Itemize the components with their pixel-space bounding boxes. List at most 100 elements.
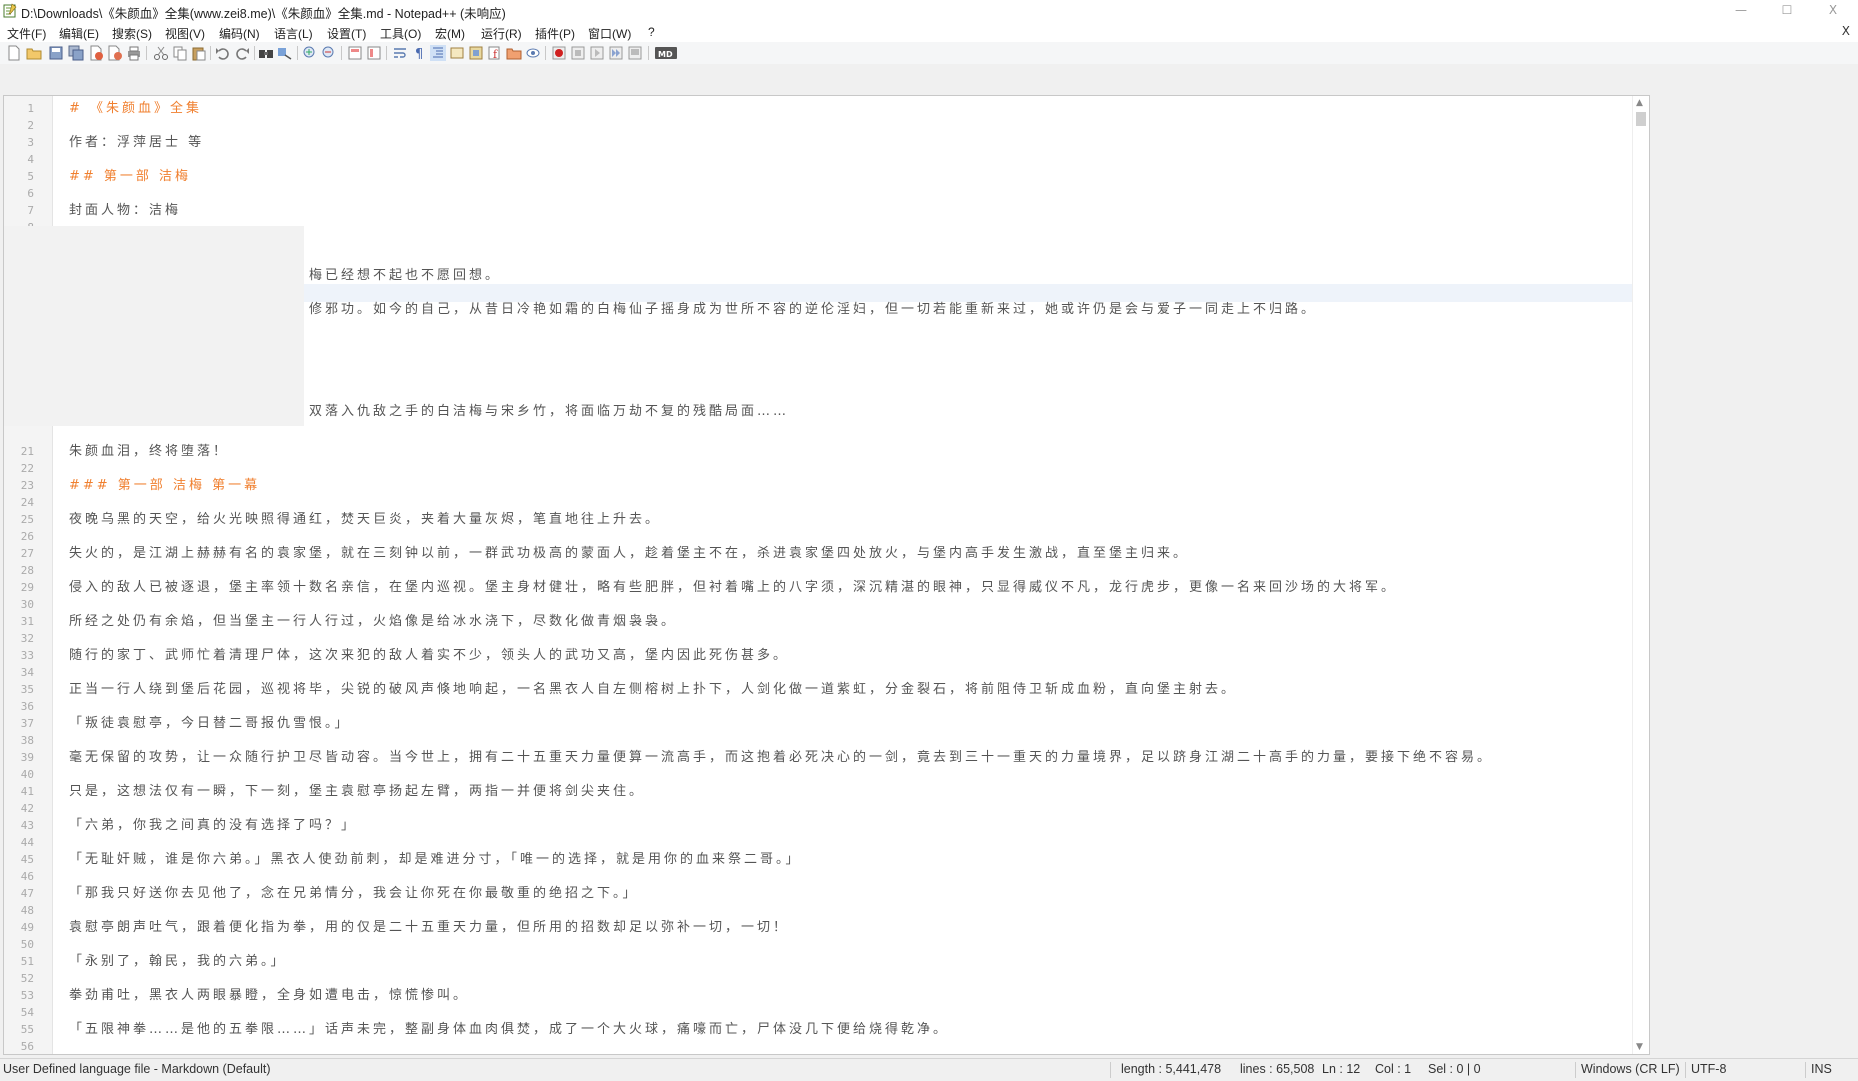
editor-line[interactable]: 51 「永别了，翰民，我的六弟。」 [4, 953, 1634, 970]
save-macro-icon[interactable] [627, 45, 643, 61]
paste-icon[interactable] [191, 45, 207, 61]
find-icon[interactable] [258, 45, 274, 61]
menu-file[interactable]: 文件(F) [7, 25, 46, 42]
editor-line[interactable]: 44 [4, 834, 1634, 851]
run-macro-multiple-icon[interactable] [608, 45, 624, 61]
menu-search[interactable]: 搜索(S) [112, 25, 152, 42]
scroll-thumb[interactable] [1636, 112, 1646, 126]
editor-line[interactable]: 56 [4, 1038, 1634, 1054]
editor-line[interactable]: 3 作者：浮萍居士 等 [4, 134, 1634, 151]
editor-line[interactable]: 31 所经之处仍有余焰，但当堡主一行人行过，火焰像是给冰水浇下，尽数化做青烟袅袅。 [4, 613, 1634, 630]
editor-line[interactable]: 42 [4, 800, 1634, 817]
cut-icon[interactable] [153, 45, 169, 61]
scroll-down-arrow-icon[interactable]: ▼ [1636, 1042, 1643, 1052]
close-icon[interactable] [88, 45, 104, 61]
editor-line[interactable]: 39 毫无保留的攻势，让一众随行护卫尽皆动容。当今世上，拥有二十五重天力量便算一流… [4, 749, 1634, 766]
editor-line[interactable]: 28 [4, 562, 1634, 579]
record-macro-icon[interactable] [551, 45, 567, 61]
editor-line[interactable]: 32 [4, 630, 1634, 647]
menu-macro[interactable]: 宏(M) [435, 25, 465, 42]
menu-tools[interactable]: 工具(O) [380, 25, 421, 42]
editor-line[interactable]: 52 [4, 970, 1634, 987]
menu-language[interactable]: 语言(L) [274, 25, 313, 42]
editor-line[interactable]: 29 侵入的敌人已被逐退，堡主率领十数名亲信，在堡内巡视。堡主身材健壮，略有些肥胖… [4, 579, 1634, 596]
editor-line[interactable]: 36 [4, 698, 1634, 715]
undo-icon[interactable] [215, 45, 231, 61]
close-document-button[interactable]: X [1842, 24, 1850, 38]
play-macro-icon[interactable] [589, 45, 605, 61]
editor-line[interactable]: 54 [4, 1004, 1634, 1021]
menu-encoding[interactable]: 编码(N) [219, 25, 260, 42]
editor-pane[interactable]: 1 # 《朱颜血》全集 2 3 作者：浮萍居士 等 4 5 ## 第一部 洁梅 6 7 封面人物：洁… [3, 95, 1650, 1055]
replace-icon[interactable] [277, 45, 293, 61]
editor-line[interactable]: 48 [4, 902, 1634, 919]
editor-line[interactable]: 45 「无耻奸贼，谁是你六弟。」黑衣人使劲前刺，却是难进分寸，「唯一的选择，就是用… [4, 851, 1634, 868]
stop-macro-icon[interactable] [570, 45, 586, 61]
print-icon[interactable] [126, 45, 142, 61]
sync-horizontal-icon[interactable] [366, 45, 382, 61]
editor-line[interactable]: 25 夜晚乌黑的天空，给火光映照得通红，焚天巨炎，夹着大量灰烬，笔直地往上升去。 [4, 511, 1634, 528]
sync-vertical-icon[interactable] [347, 45, 363, 61]
zoom-in-icon[interactable] [302, 45, 318, 61]
editor-line[interactable]: 5 ## 第一部 洁梅 [4, 168, 1634, 185]
close-window-button[interactable]: X [1810, 0, 1856, 22]
menu-view[interactable]: 视图(V) [165, 25, 205, 42]
monitoring-icon[interactable] [525, 45, 541, 61]
maximize-button[interactable]: ☐ [1764, 0, 1810, 22]
editor-line[interactable]: 26 [4, 528, 1634, 545]
copy-icon[interactable] [172, 45, 188, 61]
editor-line[interactable]: 55 「五限神拳……是他的五拳限……」话声未完，整副身体血肉俱焚，成了一个大火球，… [4, 1021, 1634, 1038]
menu-help[interactable]: ? [648, 25, 655, 39]
editor-line[interactable]: 1 # 《朱颜血》全集 [4, 100, 1634, 117]
line-text: 拳劲甫吐，黑衣人两眼暴瞪，全身如遭电击，惊慌惨叫。 [69, 988, 470, 1003]
editor-line[interactable]: 49 袁慰亭朗声吐气，跟着便化指为拳，用的仅是二十五重天力量，但所用的招数却足以弥… [4, 919, 1634, 936]
editor-line[interactable]: 30 [4, 596, 1634, 613]
close-all-icon[interactable] [107, 45, 123, 61]
scroll-up-arrow-icon[interactable]: ▲ [1636, 98, 1643, 108]
indent-guide-icon[interactable] [430, 45, 446, 61]
line-number: 45 [20, 853, 34, 866]
editor-line[interactable]: 34 [4, 664, 1634, 681]
line-text: # 《朱颜血》全集 [69, 101, 203, 116]
word-wrap-icon[interactable] [392, 45, 408, 61]
markdown-icon[interactable]: MD [655, 45, 677, 61]
udl-icon[interactable] [449, 45, 465, 61]
menu-plugins[interactable]: 插件(P) [535, 25, 575, 42]
doc-map-icon[interactable] [468, 45, 484, 61]
redo-icon[interactable] [234, 45, 250, 61]
editor-line[interactable]: 46 [4, 868, 1634, 885]
editor-line[interactable]: 41 只是，这想法仅有一瞬，下一刻，堡主袁慰亭扬起左臂，两指一并便将剑尖夹住。 [4, 783, 1634, 800]
editor-line[interactable]: 7 封面人物：洁梅 [4, 202, 1634, 219]
editor-line[interactable]: 50 [4, 936, 1634, 953]
editor-line[interactable]: 23 ### 第一部 洁梅 第一幕 [4, 477, 1634, 494]
zoom-out-icon[interactable] [321, 45, 337, 61]
editor-line[interactable]: 47 「那我只好送你去见他了，念在兄弟情分，我会让你死在你最敬重的绝招之下。」 [4, 885, 1634, 902]
editor-line[interactable]: 37 「叛徒袁慰亭，今日替二哥报仇雪恨。」 [4, 715, 1634, 732]
editor-line[interactable]: 33 随行的家丁、武师忙着清理尸体，这次来犯的敌人着实不少，领头人的武功又高，堡内… [4, 647, 1634, 664]
show-all-chars-icon[interactable]: ¶ [411, 45, 427, 61]
menu-run[interactable]: 运行(R) [481, 25, 522, 42]
new-file-icon[interactable] [6, 45, 22, 61]
editor-line[interactable]: 38 [4, 732, 1634, 749]
editor-line[interactable]: 6 [4, 185, 1634, 202]
editor-line[interactable]: 27 失火的，是江湖上赫赫有名的袁家堡，就在三刻钟以前，一群武功极高的蒙面人，趁着… [4, 545, 1634, 562]
menu-window[interactable]: 窗口(W) [588, 25, 631, 42]
editor-line[interactable]: 53 拳劲甫吐，黑衣人两眼暴瞪，全身如遭电击，惊慌惨叫。 [4, 987, 1634, 1004]
editor-line[interactable]: 43 「六弟，你我之间真的没有选择了吗？」 [4, 817, 1634, 834]
editor-line[interactable]: 4 [4, 151, 1634, 168]
save-icon[interactable] [48, 45, 64, 61]
editor-line[interactable]: 22 [4, 460, 1634, 477]
editor-line[interactable]: 35 正当一行人绕到堡后花园，巡视将毕，尖锐的破风声倏地响起，一名黑衣人自左侧榕树… [4, 681, 1634, 698]
folder-workspace-icon[interactable] [506, 45, 522, 61]
editor-line[interactable]: 24 [4, 494, 1634, 511]
editor-line[interactable]: 40 [4, 766, 1634, 783]
menu-settings[interactable]: 设置(T) [327, 25, 366, 42]
menu-edit[interactable]: 编辑(E) [59, 25, 99, 42]
save-all-icon[interactable] [68, 45, 84, 61]
vertical-scrollbar[interactable]: ▲ ▼ [1632, 96, 1649, 1054]
function-list-icon[interactable]: f [487, 45, 503, 61]
editor-line[interactable]: 21 朱颜血泪，终将堕落！ [4, 443, 1634, 460]
editor-line[interactable]: 2 [4, 117, 1634, 134]
minimize-button[interactable]: — [1718, 0, 1764, 22]
open-file-icon[interactable] [26, 45, 42, 61]
